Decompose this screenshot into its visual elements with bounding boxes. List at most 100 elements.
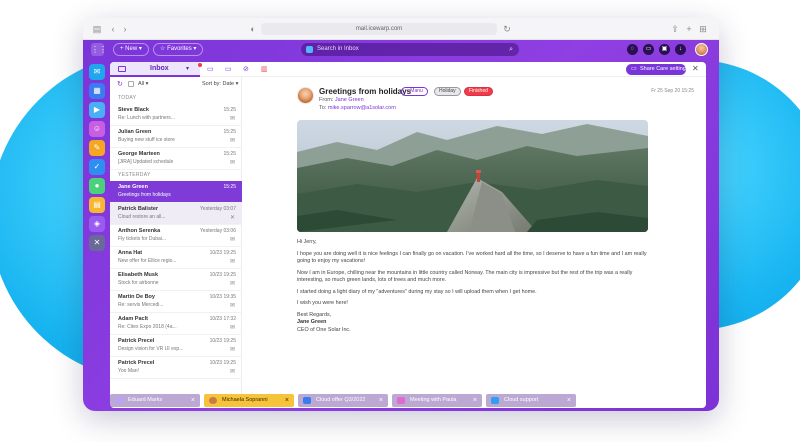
notifications-icon[interactable]: ▣ xyxy=(659,44,670,55)
search-input[interactable]: Search in Inbox ⌕ xyxy=(301,43,519,56)
messages-icon[interactable]: ▭ xyxy=(643,44,654,55)
task-tab[interactable]: Eduard Marks × xyxy=(110,394,200,407)
tasks-icon[interactable]: ✓ xyxy=(89,159,105,175)
download-icon[interactable]: ↓ xyxy=(675,44,686,55)
task-tab[interactable]: Cloud offer Q3/2022 × xyxy=(298,394,388,407)
envelope-icon[interactable]: ✉ xyxy=(230,324,235,331)
tools-icon[interactable]: ✕ xyxy=(89,235,105,251)
envelope-icon[interactable]: ✉ xyxy=(230,280,235,287)
body-regards: Best Regards, xyxy=(297,311,332,318)
close-icon[interactable]: × xyxy=(379,394,383,407)
chevron-down-icon: ▾ xyxy=(145,81,149,87)
move-folder-icon[interactable]: ▭ xyxy=(207,65,214,73)
share-care-setting-button[interactable]: ▭ Share Care setting xyxy=(626,64,686,75)
list-item-selected[interactable]: Jane Green 15:25 Greetings from holidays xyxy=(110,181,242,203)
refresh-icon[interactable]: ↻ xyxy=(117,80,123,88)
new-tab-icon[interactable]: + xyxy=(683,23,695,35)
close-icon[interactable]: ✕ xyxy=(692,64,699,73)
close-icon[interactable]: × xyxy=(191,394,195,407)
from-label: From: xyxy=(319,97,334,103)
task-label: Meeting with Paula xyxy=(410,397,457,403)
list-item[interactable]: Patrick Precel 10/23 19:25 Yoo Man! ✉ xyxy=(110,357,242,379)
close-icon[interactable]: × xyxy=(567,394,571,407)
list-item[interactable]: George Marteen 15:25 [JIRA] Updated sche… xyxy=(110,148,242,170)
privacy-icon[interactable]: ◐ xyxy=(247,23,259,35)
sidebar-toggle-icon[interactable]: ▤ xyxy=(91,23,103,35)
search-placeholder: Search in Inbox xyxy=(317,46,359,52)
video-icon[interactable]: ▶ xyxy=(89,102,105,118)
tag-chip[interactable]: + Manu xyxy=(401,87,428,96)
favorites-button[interactable]: ☆ Favorites ▾ xyxy=(153,43,204,56)
chevron-down-icon: ▾ xyxy=(138,46,142,52)
list-item[interactable]: Anna Hat 10/23 19:25 New offer for Ellic… xyxy=(110,247,242,269)
task-tab[interactable]: Cloud support × xyxy=(486,394,576,407)
search-icon[interactable]: ⌕ xyxy=(509,43,513,56)
message-time: 15:25 xyxy=(223,129,236,135)
list-item[interactable]: Elisabeth Musk 10/23 19:25 Stock for air… xyxy=(110,269,242,291)
message-time: Yesterday 03:06 xyxy=(200,228,236,234)
forward-icon[interactable]: › xyxy=(119,23,131,35)
app-grid-icon[interactable]: ⋮⋮ xyxy=(91,43,107,56)
envelope-icon[interactable]: ✉ xyxy=(230,258,235,265)
body-paragraph: Now I am in Europe, chilling near the mo… xyxy=(297,269,633,284)
from-name-link[interactable]: Jane Green xyxy=(335,97,364,103)
envelope-icon[interactable]: ✉ xyxy=(230,302,235,309)
calendar-icon[interactable]: ▦ xyxy=(89,83,105,99)
folder-icon: ▭ xyxy=(631,66,637,72)
close-icon[interactable]: × xyxy=(473,394,477,407)
tab-overview-icon[interactable]: ⊞ xyxy=(697,23,709,35)
message-time: 10/23 19:35 xyxy=(209,294,236,300)
message-preview: Fly tickets for Dubai... xyxy=(118,236,167,242)
envelope-icon[interactable]: ✉ xyxy=(230,368,235,375)
contacts-icon[interactable]: ☺ xyxy=(89,121,105,137)
files-icon[interactable]: ▤ xyxy=(89,197,105,213)
user-avatar[interactable] xyxy=(695,43,708,56)
sender-name: George Marteen xyxy=(118,151,160,157)
envelope-icon[interactable]: ✉ xyxy=(230,159,235,166)
envelope-icon[interactable]: ✉ xyxy=(230,236,235,243)
new-button[interactable]: + New ▾ xyxy=(113,43,149,56)
filter-all-dropdown[interactable]: All ▾ xyxy=(138,81,148,87)
list-item[interactable]: Julian Green 15:25 Buying new stuff ice … xyxy=(110,126,242,148)
share-icon[interactable]: ⇪ xyxy=(669,23,681,35)
list-item[interactable]: Steve Black 15:25 Re: Lunch with partner… xyxy=(110,104,242,126)
to-line: To: mike.sparrow@a1solar.com xyxy=(319,105,396,111)
trash-icon[interactable]: ▥ xyxy=(261,65,268,73)
documents-icon[interactable]: ◈ xyxy=(89,216,105,232)
chat-icon[interactable]: ◌ xyxy=(627,44,638,55)
message-date: Fr 25 Sep 20 15:25 xyxy=(651,88,694,94)
list-item[interactable]: Patrick Balister Yesterday 03:07 Cloud r… xyxy=(110,203,242,225)
copy-folder-icon[interactable]: ▭ xyxy=(225,65,232,73)
sender-name: Steve Black xyxy=(118,107,149,113)
envelope-icon[interactable]: ✉ xyxy=(230,346,235,353)
list-item[interactable]: Patrick Precel 10/23 19:25 Design vision… xyxy=(110,335,242,357)
list-item[interactable]: Anthon Serenka Yesterday 03:06 Fly ticke… xyxy=(110,225,242,247)
reload-icon[interactable]: ↻ xyxy=(501,23,513,35)
chat-app-icon[interactable]: ● xyxy=(89,178,105,194)
mail-icon[interactable]: ✉ xyxy=(89,64,105,80)
envelope-icon[interactable]: ✉ xyxy=(230,137,235,144)
url-bar[interactable]: mail.icewarp.com xyxy=(261,23,497,35)
block-icon[interactable]: ⊘ xyxy=(243,65,249,73)
select-all-checkbox[interactable] xyxy=(128,81,134,87)
task-tab-active[interactable]: Michaela Sopranni × xyxy=(204,394,294,407)
inbox-folder-tab[interactable]: Inbox ▾ xyxy=(110,62,200,77)
mail-toolbar: Inbox ▾ ▭ ▭ ⊘ ▥ ▭ Share Care setting ✕ xyxy=(110,62,706,77)
tag-chip[interactable]: Holiday xyxy=(434,87,461,96)
close-icon[interactable]: × xyxy=(285,394,289,407)
back-icon[interactable]: ‹ xyxy=(107,23,119,35)
message-subject: Greetings from holidays xyxy=(319,87,412,96)
mail-icon xyxy=(491,397,499,404)
mail-app: ⋮⋮ + New ▾ ☆ Favorites ▾ Search in Inbox… xyxy=(83,40,719,411)
inbox-tray-icon xyxy=(118,66,126,72)
list-item[interactable]: Martin De Boy 10/23 19:35 Re: servis Mer… xyxy=(110,291,242,313)
tag-chip[interactable]: Finished xyxy=(464,87,493,96)
envelope-icon[interactable]: ✉ xyxy=(230,115,235,122)
to-address-link[interactable]: mike.sparrow@a1solar.com xyxy=(328,105,396,111)
attached-photo[interactable] xyxy=(297,120,648,232)
task-tab[interactable]: Meeting with Paula × xyxy=(392,394,482,407)
notes-icon[interactable]: ✎ xyxy=(89,140,105,156)
list-item[interactable]: Adam Paclt 10/23 17:32 Re: Citex Expo 20… xyxy=(110,313,242,335)
delete-icon[interactable]: ✕ xyxy=(230,214,235,221)
sort-dropdown[interactable]: Sort by: Date ▾ xyxy=(202,81,238,87)
